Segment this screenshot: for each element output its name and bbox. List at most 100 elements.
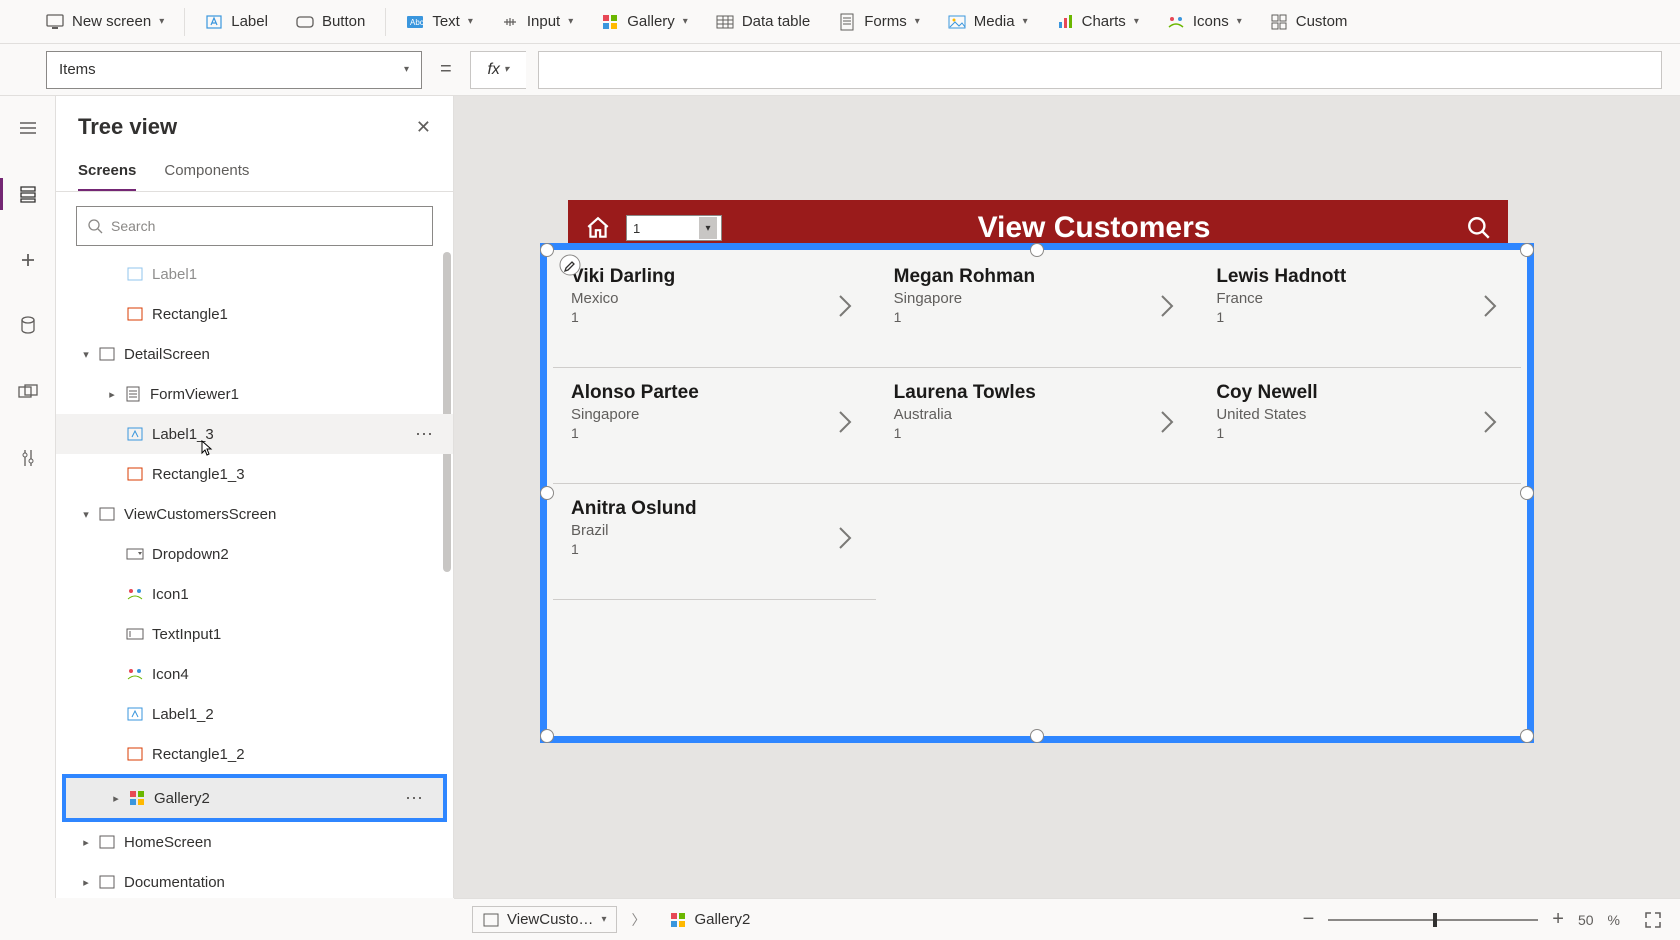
insert-media-button[interactable]: Media ▾ [936, 7, 1040, 37]
label-icon [126, 425, 144, 443]
tree-search-input[interactable]: Search [76, 206, 433, 246]
insert-icons-button[interactable]: Icons ▾ [1155, 7, 1254, 37]
resize-handle[interactable] [1520, 243, 1534, 257]
tree-item-formviewer1[interactable]: ▸ FormViewer1 [56, 374, 453, 414]
customer-number: 1 [894, 425, 1189, 441]
gallery-item[interactable]: Alonso ParteeSingapore1 [553, 368, 876, 484]
insert-button-button[interactable]: Button [284, 7, 377, 37]
customer-country: Australia [894, 406, 1189, 423]
property-selector-value: Items [59, 61, 96, 78]
gallery-item[interactable]: Lewis HadnottFrance1 [1198, 252, 1521, 368]
insert-button[interactable] [10, 242, 46, 278]
insert-input-button[interactable]: Input ▾ [489, 7, 585, 37]
zoom-out-button[interactable]: − [1303, 908, 1315, 931]
more-icon[interactable]: ⋯ [405, 788, 425, 809]
breadcrumb-item[interactable]: Gallery2 [659, 906, 761, 933]
resize-handle[interactable] [1520, 729, 1534, 743]
resize-handle[interactable] [540, 486, 554, 500]
gallery-item[interactable]: Viki DarlingMexico1 [553, 252, 876, 368]
chevron-right-icon[interactable]: ▸ [78, 836, 94, 849]
close-icon[interactable]: ✕ [416, 117, 431, 138]
tree-item-documentation[interactable]: ▸ Documentation [56, 862, 453, 898]
insert-forms-button[interactable]: Forms ▾ [826, 7, 932, 37]
chevron-right-icon[interactable] [836, 292, 854, 320]
gallery-selection[interactable]: Viki DarlingMexico1Megan RohmanSingapore… [540, 243, 1534, 743]
chevron-right-icon[interactable] [1158, 408, 1176, 436]
zoom-in-button[interactable]: + [1552, 908, 1564, 931]
chevron-down-icon: ▾ [504, 64, 509, 75]
fit-to-window-icon[interactable] [1644, 911, 1662, 929]
customer-name: Alonso Partee [571, 382, 866, 404]
chevron-down-icon[interactable]: ▾ [78, 348, 94, 361]
screen-icon [98, 833, 116, 851]
chevron-down-icon[interactable]: ▾ [78, 508, 94, 521]
tab-screens[interactable]: Screens [78, 154, 136, 191]
chevron-right-icon[interactable] [836, 524, 854, 552]
tree-item-rectangle1[interactable]: Rectangle1 [56, 294, 453, 334]
resize-handle[interactable] [1030, 729, 1044, 743]
chevron-right-icon[interactable]: ▸ [104, 388, 120, 401]
chevron-down-icon: ▾ [601, 914, 606, 925]
chevron-right-icon[interactable] [1158, 292, 1176, 320]
fx-button[interactable]: fx ▾ [470, 51, 526, 89]
dropdown-preview[interactable]: 1 ▾ [626, 215, 722, 241]
chevron-right-icon[interactable] [1481, 408, 1499, 436]
input-icon [501, 13, 519, 31]
tree-item-gallery2-selected[interactable]: ▸ Gallery2 ⋯ [62, 774, 447, 822]
new-screen-button[interactable]: New screen ▾ [34, 7, 176, 37]
home-icon[interactable] [584, 215, 612, 241]
insert-label-button[interactable]: Label [193, 7, 280, 37]
tab-components[interactable]: Components [164, 154, 249, 191]
media-button[interactable] [10, 374, 46, 410]
chevron-right-icon[interactable] [836, 408, 854, 436]
screen-icon [98, 345, 116, 363]
formula-input[interactable] [538, 51, 1662, 89]
insert-gallery-button[interactable]: Gallery ▾ [589, 7, 700, 37]
tree-item-icon4[interactable]: Icon4 [56, 654, 453, 694]
gallery-item[interactable]: Coy NewellUnited States1 [1198, 368, 1521, 484]
zoom-unit: % [1608, 912, 1620, 928]
tree-item-label1[interactable]: Label1 [56, 254, 453, 294]
breadcrumb-item-label: Gallery2 [694, 911, 750, 928]
dropdown-icon [126, 545, 144, 563]
zoom-thumb[interactable] [1433, 913, 1437, 927]
gallery-item[interactable]: Megan RohmanSingapore1 [876, 252, 1199, 368]
tree-view-panel: Tree view ✕ Screens Components Search La… [56, 96, 454, 898]
gallery-item[interactable]: Laurena TowlesAustralia1 [876, 368, 1199, 484]
template-edit-icon[interactable] [559, 254, 581, 276]
resize-handle[interactable] [540, 729, 554, 743]
insert-datatable-button[interactable]: Data table [704, 7, 822, 37]
property-selector[interactable]: Items ▾ [46, 51, 422, 89]
chevron-right-icon[interactable]: ▸ [108, 792, 124, 805]
tree-item-icon1[interactable]: Icon1 [56, 574, 453, 614]
insert-text-button[interactable]: Abc Text ▾ [394, 7, 485, 37]
insert-custom-button[interactable]: Custom [1258, 7, 1360, 37]
zoom-slider[interactable] [1328, 919, 1538, 921]
search-icon[interactable] [1466, 215, 1492, 241]
resize-handle[interactable] [1030, 243, 1044, 257]
resize-handle[interactable] [1520, 486, 1534, 500]
chevron-right-icon[interactable]: ▸ [78, 876, 94, 889]
canvas[interactable]: 1 ▾ View Customers Viki DarlingMexico1Me… [454, 96, 1680, 898]
tree-item-detailscreen[interactable]: ▾ DetailScreen [56, 334, 453, 374]
tree-item-homescreen[interactable]: ▸ HomeScreen [56, 822, 453, 862]
tree-item-label1-3[interactable]: Label1_3 ⋯ [56, 414, 453, 454]
hamburger-button[interactable] [10, 110, 46, 146]
tree-item-textinput1[interactable]: TextInput1 [56, 614, 453, 654]
more-icon[interactable]: ⋯ [415, 424, 435, 445]
tree-item-rectangle1-3[interactable]: Rectangle1_3 [56, 454, 453, 494]
advanced-tools-button[interactable] [10, 440, 46, 476]
tree-item-viewcustomersscreen[interactable]: ▾ ViewCustomersScreen [56, 494, 453, 534]
insert-charts-button[interactable]: Charts ▾ [1044, 7, 1151, 37]
data-button[interactable] [10, 308, 46, 344]
gallery-item[interactable]: Anitra OslundBrazil1 [553, 484, 876, 600]
chevron-right-icon[interactable] [1481, 292, 1499, 320]
tree-item-label1-2[interactable]: Label1_2 [56, 694, 453, 734]
breadcrumb-screen[interactable]: ViewCusto… ▾ [472, 906, 617, 933]
tree-item-dropdown2[interactable]: Dropdown2 [56, 534, 453, 574]
gallery-content: Viki DarlingMexico1Megan RohmanSingapore… [547, 250, 1527, 736]
fx-label: fx [487, 61, 499, 79]
tree-view-button[interactable] [10, 176, 46, 212]
resize-handle[interactable] [540, 243, 554, 257]
tree-item-rectangle1-2[interactable]: Rectangle1_2 [56, 734, 453, 774]
